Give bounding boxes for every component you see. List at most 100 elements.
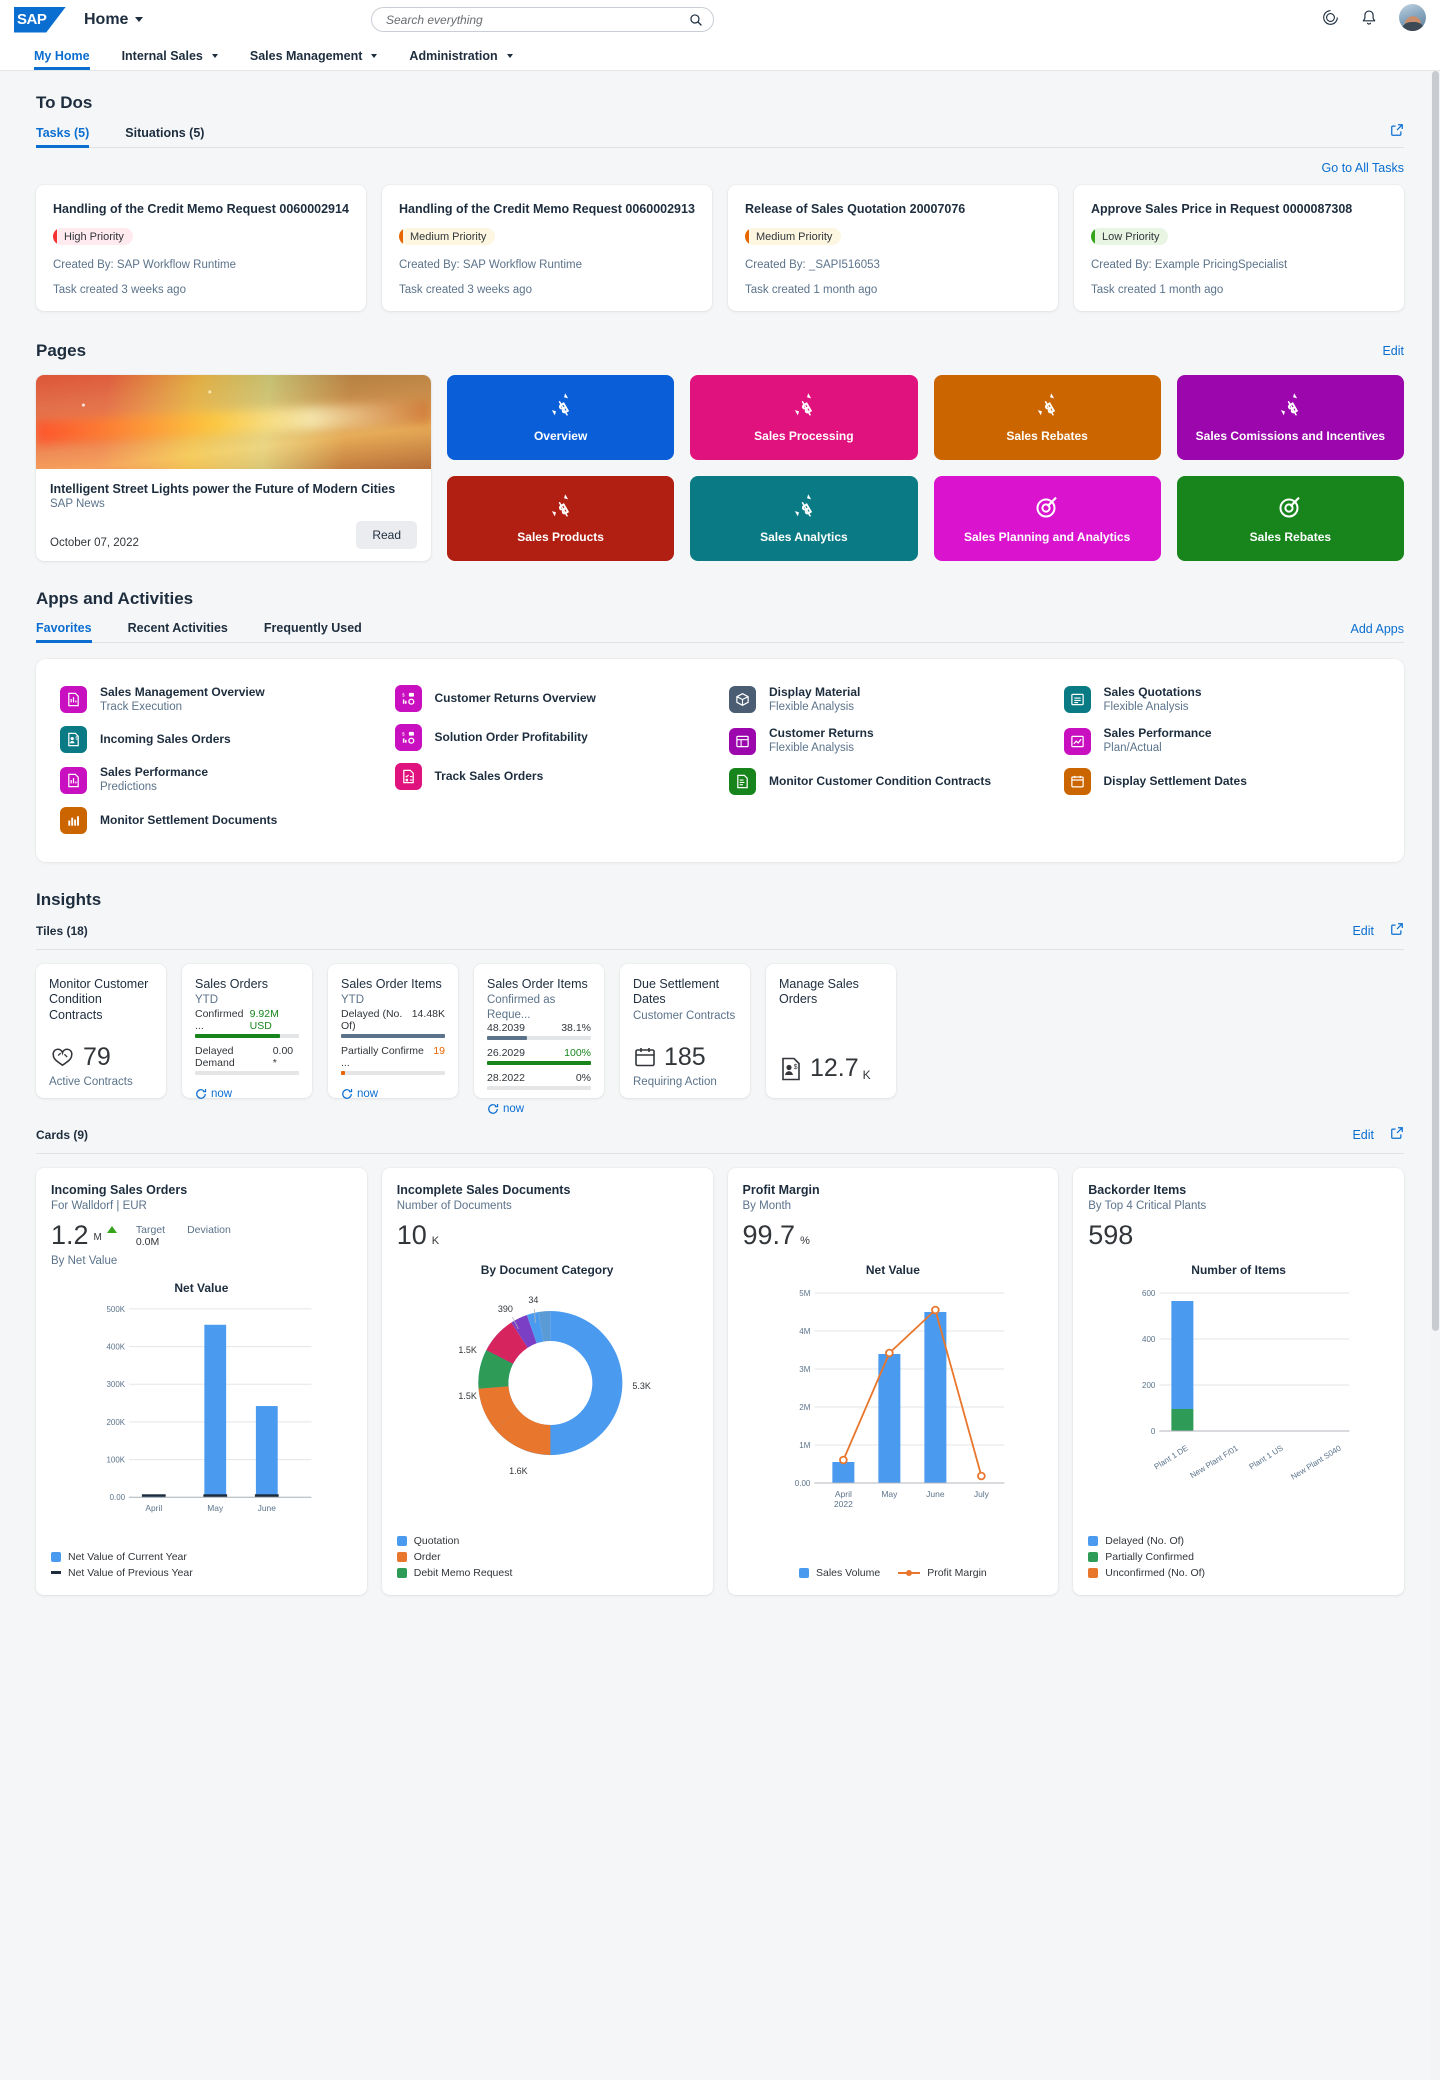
legend-label: Profit Margin — [927, 1566, 987, 1579]
legend-swatch — [51, 1551, 61, 1562]
legend-item[interactable]: Net Value of Previous Year — [51, 1567, 352, 1579]
legend-item[interactable]: Net Value of Current Year — [51, 1551, 352, 1563]
legend-item[interactable]: Quotation — [396, 1535, 698, 1547]
tiles-edit-link[interactable]: Edit — [1352, 924, 1374, 938]
page-tile-sales-planning[interactable]: Sales Planning and Analytics — [933, 476, 1161, 561]
task-card[interactable]: Approve Sales Price in Request 000008730… — [1074, 185, 1404, 311]
kpi-tile-due-settlement-dates[interactable]: Due Settlement Dates Customer Contracts … — [620, 963, 750, 1098]
page-tile-sales-commissions[interactable]: Sales Comissions and Incentives — [1176, 375, 1404, 460]
search-input[interactable] — [386, 12, 689, 27]
priority-badge: Medium Priority — [745, 228, 842, 245]
app-item-customer-returns-overview[interactable]: $ Customer Returns Overview — [394, 679, 712, 718]
legend-item[interactable]: Order — [396, 1551, 698, 1563]
refresh-row[interactable]: now — [487, 1103, 591, 1115]
task-card[interactable]: Release of Sales Quotation 20007076 Medi… — [728, 185, 1058, 311]
priority-badge: Medium Priority — [399, 228, 496, 245]
cards-edit-link[interactable]: Edit — [1352, 1128, 1374, 1142]
nav-item-administration[interactable]: Administration — [393, 49, 528, 70]
app-item-monitor-customer-condition-contracts[interactable]: Monitor Customer Condition Contracts — [729, 762, 1046, 801]
refresh-row[interactable]: now — [341, 1088, 445, 1100]
cards-count-label: Cards (9) — [36, 1128, 89, 1143]
app-item-track-sales-orders[interactable]: Track Sales Orders — [394, 757, 712, 796]
page-tile-sales-processing[interactable]: Sales Processing — [690, 375, 918, 460]
pages-edit-link[interactable]: Edit — [1382, 344, 1404, 358]
avatar[interactable] — [1399, 4, 1426, 31]
kpi-tile-monitor-condition-contracts[interactable]: Monitor Customer Condition Contracts 79 … — [36, 963, 166, 1098]
target-icon[interactable] — [1322, 9, 1339, 26]
page-tile-sales-rebates[interactable]: Sales Rebates — [933, 375, 1161, 460]
app-item-display-settlement-dates[interactable]: Display Settlement Dates — [1063, 762, 1381, 801]
legend-item[interactable]: Partially Confirmed — [1088, 1551, 1389, 1563]
add-apps-link[interactable]: Add Apps — [1350, 622, 1404, 636]
sap-logo[interactable]: SAP — [14, 6, 66, 33]
app-name: Sales Performance — [1103, 726, 1212, 741]
page-tile-sales-rebates-2[interactable]: Sales Rebates — [1176, 476, 1404, 561]
card-incomplete-sales-documents[interactable]: Incomplete Sales Documents Number of Doc… — [381, 1167, 713, 1595]
priority-label: Medium Priority — [410, 230, 487, 243]
page-scrollbar[interactable] — [1431, 71, 1440, 2080]
app-item-incoming-sales-orders[interactable]: $ Incoming Sales Orders — [60, 720, 377, 759]
legend-item[interactable]: Debit Memo Request — [396, 1567, 698, 1579]
task-created-by: Created By: SAP Workflow Runtime — [399, 259, 583, 271]
card-incoming-sales-orders[interactable]: Incoming Sales Orders For Walldorf | EUR… — [36, 1167, 367, 1595]
card-target-label: Target — [135, 1223, 166, 1236]
kpi-tile-sales-order-items[interactable]: Sales Order Items YTD Delayed (No. Of) 1… — [328, 963, 458, 1100]
bullet-value: 0.00 * — [272, 1044, 294, 1069]
refresh-row[interactable]: now — [195, 1088, 299, 1100]
app-item-customer-returns[interactable]: Customer Returns Flexible Analysis — [729, 720, 1046, 761]
page-tile-sales-products[interactable]: Sales Products — [447, 476, 675, 561]
app-item-sales-performance-plan-actual[interactable]: Sales Performance Plan/Actual — [1063, 720, 1381, 761]
home-menu-button[interactable]: Home — [84, 11, 144, 29]
expand-cards-icon[interactable] — [1390, 1126, 1404, 1145]
app-item-sales-management-overview[interactable]: Sales Management Overview Track Executio… — [60, 679, 377, 720]
app-text: Sales Performance Plan/Actual — [1104, 726, 1212, 755]
page-tile-sales-analytics[interactable]: Sales Analytics — [690, 476, 918, 561]
tab-frequently-used[interactable]: Frequently Used — [264, 621, 380, 643]
page-tile-overview[interactable]: Overview — [447, 375, 675, 460]
app-item-display-material[interactable]: Display Material Flexible Analysis — [729, 679, 1046, 720]
material-icon — [729, 686, 756, 714]
kpi-tile-sales-order-items-confirmed[interactable]: Sales Order Items Confirmed as Reque... … — [474, 963, 604, 1115]
card-backorder-items[interactable]: Backorder Items By Top 4 Critical Plants… — [1073, 1167, 1404, 1595]
news-card[interactable]: Intelligent Street Lights power the Futu… — [36, 375, 431, 561]
expand-todos-icon[interactable] — [1390, 123, 1404, 142]
task-card[interactable]: Handling of the Credit Memo Request 0060… — [36, 185, 366, 311]
expand-tiles-icon[interactable] — [1390, 922, 1404, 941]
legend-item[interactable]: Unconfirmed (No. Of) — [1088, 1567, 1389, 1579]
bullet-row: 48.2039 38.1% — [487, 1022, 591, 1041]
legend-item[interactable]: Sales Volume — [799, 1567, 880, 1579]
slice-label: 34 — [528, 1295, 538, 1305]
scrollbar-thumb[interactable] — [1432, 71, 1439, 1331]
nav-item-my-home[interactable]: My Home — [34, 49, 106, 70]
read-button[interactable]: Read — [356, 521, 417, 549]
go-to-all-tasks-link[interactable]: Go to All Tasks — [36, 161, 1404, 175]
kpi-tile-manage-sales-orders[interactable]: Manage Sales Orders $ 12.7 K — [766, 963, 896, 1098]
tab-recent-activities[interactable]: Recent Activities — [128, 621, 246, 643]
task-card[interactable]: Handling of the Credit Memo Request 0060… — [382, 185, 712, 311]
legend-swatch — [396, 1551, 407, 1562]
card-subtitle: Number of Documents — [396, 1199, 512, 1212]
tab-tasks[interactable]: Tasks (5) — [36, 126, 107, 148]
nav-item-sales-management[interactable]: Sales Management — [234, 49, 394, 70]
svg-text:5M: 5M — [799, 1289, 810, 1298]
tab-situations[interactable]: Situations (5) — [125, 126, 222, 148]
nav-item-internal-sales[interactable]: Internal Sales — [106, 49, 234, 70]
priority-label: High Priority — [64, 230, 124, 243]
search-box[interactable] — [371, 7, 714, 32]
app-item-sales-quotations[interactable]: Sales Quotations Flexible Analysis — [1063, 679, 1381, 720]
chart-legend: Sales Volume Profit Margin — [743, 1559, 1044, 1583]
bell-icon[interactable] — [1361, 9, 1377, 27]
app-item-sales-performance-predictions[interactable]: Sales Performance Predictions — [60, 759, 377, 800]
app-text: Customer Returns Overview — [435, 691, 596, 706]
kpi-tile-sales-orders[interactable]: Sales Orders YTD Confirmed ... 9.92M USD… — [182, 963, 312, 1100]
kpi-title: Due Settlement Dates — [633, 976, 720, 1007]
app-name: Sales Management Overview — [100, 685, 265, 699]
legend-item[interactable]: Delayed (No. Of) — [1088, 1535, 1389, 1547]
chart-title: Net Value — [865, 1262, 920, 1277]
app-item-monitor-settlement-documents[interactable]: Monitor Settlement Documents — [60, 801, 377, 840]
app-item-solution-order-profitability[interactable]: $ Solution Order Profitability — [394, 718, 712, 757]
search-icon[interactable] — [689, 13, 703, 27]
legend-item[interactable]: Profit Margin — [898, 1567, 987, 1579]
card-profit-margin[interactable]: Profit Margin By Month 99.7 % Net Value — [727, 1167, 1059, 1595]
tab-favorites[interactable]: Favorites — [36, 621, 110, 643]
